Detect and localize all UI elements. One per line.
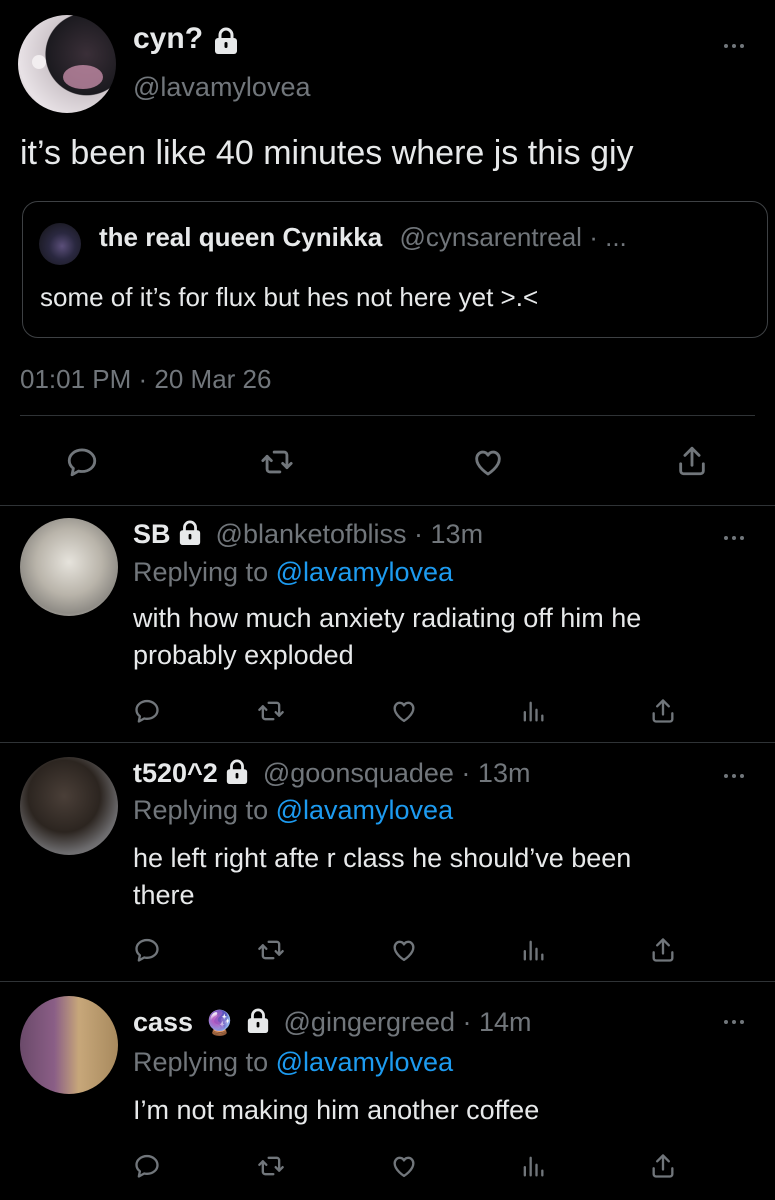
- lock-icon: [227, 759, 248, 784]
- reply-handle-time[interactable]: @gingergreed · 14m: [284, 1007, 532, 1037]
- like-icon[interactable]: [470, 445, 506, 479]
- analytics-icon[interactable]: [519, 936, 547, 964]
- reply-display-name[interactable]: SB: [133, 519, 171, 549]
- reply-display-name[interactable]: t520^2: [133, 758, 218, 788]
- analytics-icon[interactable]: [519, 1152, 547, 1180]
- crystal-ball-emoji: 🔮: [204, 1010, 235, 1037]
- retweet-icon[interactable]: [256, 1152, 286, 1180]
- share-icon[interactable]: [649, 936, 677, 964]
- lock-icon: [247, 1008, 269, 1033]
- retweet-icon[interactable]: [260, 445, 294, 479]
- more-options-icon[interactable]: [724, 1018, 746, 1026]
- replying-to-link[interactable]: @lavamylovea: [276, 795, 453, 825]
- quoted-handle: @cynsarentreal: [399, 222, 582, 252]
- divider: [0, 505, 775, 506]
- analytics-icon[interactable]: [519, 697, 547, 725]
- quoted-more: ...: [605, 222, 627, 252]
- like-icon[interactable]: [389, 1152, 419, 1180]
- divider: [0, 981, 775, 982]
- replying-to-link[interactable]: @lavamylovea: [276, 1047, 453, 1077]
- replying-to-label: Replying to: [133, 795, 269, 825]
- replying-to-label: Replying to: [133, 557, 269, 587]
- like-icon[interactable]: [389, 697, 419, 725]
- reply-text-line: he left right afte r class he should’ve …: [133, 843, 632, 873]
- quoted-author-avatar: [39, 223, 81, 265]
- quoted-separator: ·: [589, 222, 598, 252]
- tweet-text: it’s been like 40 minutes where js this …: [20, 134, 634, 172]
- reply-text-line: with how much anxiety radiating off him …: [133, 603, 642, 633]
- reply-text-line: there: [133, 880, 195, 910]
- author-handle[interactable]: @lavamylovea: [133, 72, 310, 103]
- retweet-icon[interactable]: [256, 936, 286, 964]
- quoted-text: some of it’s for flux but hes not here y…: [40, 282, 539, 312]
- reply-icon[interactable]: [133, 936, 161, 964]
- more-options-icon[interactable]: [724, 772, 746, 780]
- reply-icon[interactable]: [65, 445, 99, 479]
- divider: [0, 742, 775, 743]
- quoted-display-name: the real queen Cynikka: [99, 222, 383, 252]
- divider: [20, 415, 755, 416]
- reply-handle-time[interactable]: @goonsquadee · 13m: [263, 758, 531, 788]
- reply-icon[interactable]: [133, 697, 161, 725]
- reply-handle-time[interactable]: @blanketofbliss · 13m: [216, 519, 484, 549]
- share-icon[interactable]: [649, 1152, 677, 1180]
- like-icon[interactable]: [389, 936, 419, 964]
- author-display-name[interactable]: cyn?: [133, 22, 203, 55]
- share-icon[interactable]: [675, 444, 709, 478]
- replying-to-label: Replying to: [133, 1047, 269, 1077]
- reply-display-name[interactable]: cass: [133, 1007, 193, 1037]
- more-options-icon[interactable]: [724, 534, 746, 542]
- lock-icon: [179, 520, 201, 545]
- reply-icon[interactable]: [133, 1152, 161, 1180]
- reply-avatar[interactable]: [20, 996, 118, 1094]
- retweet-icon[interactable]: [256, 697, 286, 725]
- quoted-tweet[interactable]: the real queen Cynikka @cynsarentreal · …: [22, 201, 768, 338]
- author-avatar[interactable]: [18, 15, 116, 113]
- reply-avatar[interactable]: [20, 518, 118, 616]
- reply-avatar[interactable]: [20, 757, 118, 855]
- replying-to-link[interactable]: @lavamylovea: [276, 557, 453, 587]
- more-options-icon[interactable]: [724, 42, 746, 50]
- share-icon[interactable]: [649, 697, 677, 725]
- reply-text-line: I’m not making him another coffee: [133, 1095, 540, 1125]
- reply-text-line: probably exploded: [133, 640, 354, 670]
- tweet-timestamp[interactable]: 01:01 PM · 20 Mar 26: [20, 364, 271, 395]
- lock-icon: [215, 27, 238, 54]
